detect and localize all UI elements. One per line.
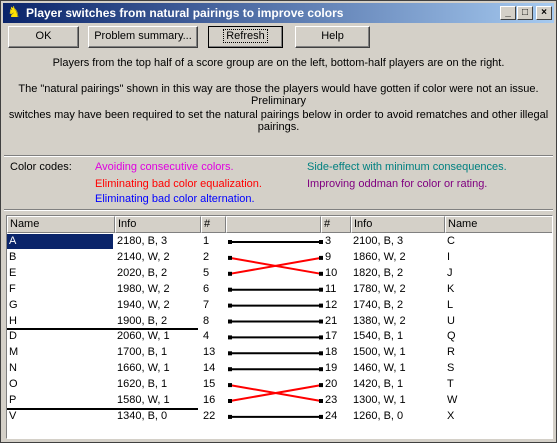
window-title: Player switches from natural pairings to… [26, 6, 344, 20]
maximize-button[interactable]: □ [517, 6, 533, 20]
ok-button[interactable]: OK [8, 26, 79, 48]
pairing-endpoint [319, 287, 323, 292]
pairing-endpoint [228, 255, 232, 260]
pairing-endpoint [228, 414, 232, 419]
pairing-endpoint [319, 399, 323, 403]
note-line-3: switches may have been required to set t… [8, 109, 549, 121]
color-code-alternation: Eliminating bad color alternation. [95, 193, 255, 205]
problem-summary-button[interactable]: Problem summary... [88, 26, 198, 48]
color-code-equalization: Eliminating bad color equalization. [95, 178, 262, 190]
color-codes-label: Color codes: [10, 161, 72, 173]
close-button[interactable]: × [536, 6, 552, 20]
help-button[interactable]: Help [295, 26, 370, 48]
pairing-endpoint [228, 367, 232, 372]
pairing-endpoint [228, 351, 232, 356]
help-label: Help [321, 30, 344, 42]
pairing-endpoint [228, 271, 232, 276]
pairing-endpoint [228, 399, 232, 403]
app-icon: ♞ [7, 4, 21, 21]
refresh-label: Refresh [223, 29, 268, 43]
pairing-endpoint [319, 303, 323, 308]
pairing-endpoint [228, 383, 232, 388]
title-bar: ♞ Player switches from natural pairings … [3, 3, 554, 23]
pairing-lines [228, 240, 323, 419]
pairing-endpoint [319, 255, 323, 260]
color-code-side-effect: Side-effect with minimum consequences. [307, 161, 507, 173]
pairing-endpoint [319, 335, 323, 340]
color-code-consecutive: Avoiding consecutive colors. [95, 161, 234, 173]
divider [4, 209, 553, 211]
player-switches-window: ♞ Player switches from natural pairings … [0, 0, 557, 443]
pairing-endpoint [319, 319, 323, 324]
pairing-endpoint [319, 414, 323, 419]
refresh-button[interactable]: Refresh [208, 26, 283, 48]
note-line-2: The "natural pairings" shown in this way… [18, 83, 539, 107]
pairing-endpoint [319, 367, 323, 372]
minimize-button[interactable]: _ [500, 6, 516, 20]
pairings-table[interactable]: Name Info # # Info Name A 2180, B, 3 1 3 210… [6, 215, 553, 439]
pairing-endpoint [319, 383, 323, 388]
pairing-endpoint [228, 287, 232, 292]
color-code-oddman: Improving oddman for color or rating. [307, 178, 488, 190]
divider [4, 155, 553, 157]
pairing-endpoint [228, 240, 232, 244]
pairing-endpoint [228, 319, 232, 324]
note-line-4: pairings. [257, 121, 300, 133]
pairing-endpoint [228, 335, 232, 340]
pairing-endpoint [228, 303, 232, 308]
ok-button-label: OK [35, 30, 52, 42]
pairing-endpoint [319, 240, 323, 244]
pairing-endpoint [319, 351, 323, 356]
problem-summary-label: Problem summary... [94, 30, 192, 42]
pairing-endpoint [319, 271, 323, 276]
note-line-1: Players from the top half of a score gro… [52, 57, 505, 69]
